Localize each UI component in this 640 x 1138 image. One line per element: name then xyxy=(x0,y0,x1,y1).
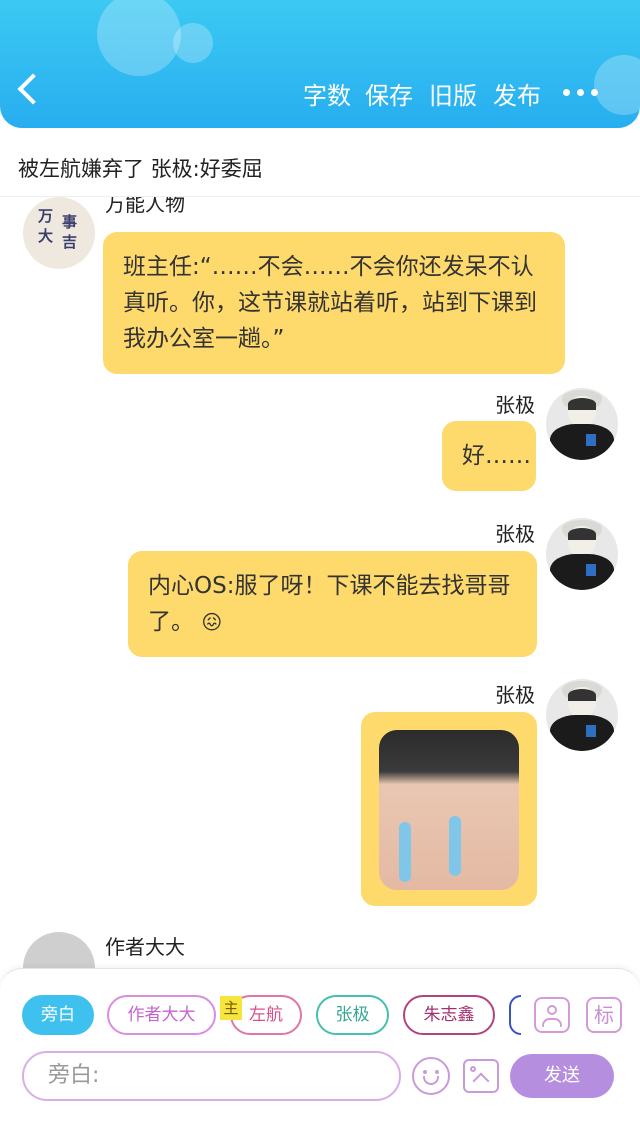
sender-name: 作者大大 xyxy=(105,935,185,959)
divider xyxy=(0,196,640,197)
sender-name: 张极 xyxy=(495,683,535,707)
crying-sticker-image[interactable] xyxy=(379,730,519,890)
avatar-char: 吉 xyxy=(62,233,78,251)
word-count-button[interactable]: 字数 xyxy=(303,76,351,111)
decor-bubble xyxy=(173,23,213,63)
message-bubble[interactable]: 班主任:“……不会……不会你还发呆不认真听。你，这节课就站着听，站到下课到我办公… xyxy=(103,232,565,374)
role-chip-partial[interactable] xyxy=(509,995,521,1035)
sender-name: 张极 xyxy=(495,522,535,546)
publish-button[interactable]: 发布 xyxy=(493,76,541,111)
role-chip-zhangji[interactable]: 张极 xyxy=(316,995,389,1035)
avatar-char: 大 xyxy=(38,227,54,245)
message-bubble[interactable]: 好…… xyxy=(442,421,536,491)
send-button[interactable]: 发送 xyxy=(510,1054,614,1098)
image-picker-icon[interactable] xyxy=(463,1059,499,1093)
emoji-icon: 😖 xyxy=(201,610,223,634)
decor-bubble xyxy=(97,0,181,76)
decor-bubble xyxy=(594,55,640,115)
emoji-picker-icon[interactable] xyxy=(412,1057,450,1095)
avatar[interactable] xyxy=(546,679,618,751)
sender-name: 万能人物 xyxy=(105,197,185,216)
save-button[interactable]: 保存 xyxy=(365,76,413,111)
avatar[interactable]: 万 事 大 吉 xyxy=(23,197,95,269)
avatar[interactable] xyxy=(546,388,618,460)
top-bar: 字数 保存 旧版 发布 xyxy=(0,0,640,128)
role-chip-narrator[interactable]: 旁白 xyxy=(22,995,94,1035)
more-icon[interactable] xyxy=(563,89,599,97)
back-icon[interactable] xyxy=(17,73,49,105)
role-chip-author[interactable]: 作者大大 xyxy=(107,995,216,1035)
main-role-badge: 主 xyxy=(220,996,242,1020)
message-input[interactable]: 旁白: xyxy=(22,1051,401,1101)
add-role-icon[interactable] xyxy=(534,997,570,1033)
message-bubble[interactable]: 内心OS:服了呀！下课不能去找哥哥了。 😖 xyxy=(128,551,537,657)
sender-name: 张极 xyxy=(495,393,535,417)
avatar-char: 事 xyxy=(62,213,78,231)
story-title: 被左航嫌弃了 张极:好委屈 xyxy=(18,157,263,181)
tag-icon[interactable]: 标 xyxy=(586,997,622,1033)
old-version-button[interactable]: 旧版 xyxy=(429,76,477,111)
avatar[interactable] xyxy=(546,518,618,590)
role-chip-zhuzhixin[interactable]: 朱志鑫 xyxy=(403,995,495,1035)
avatar-char: 万 xyxy=(38,207,54,225)
